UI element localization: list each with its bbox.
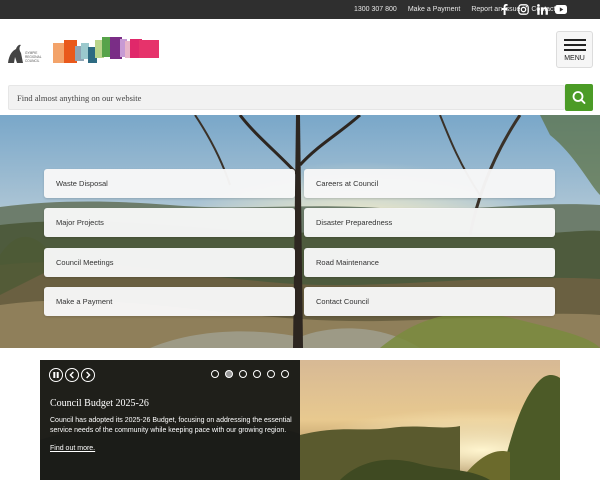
phone-link[interactable]: 1300 307 800 — [354, 6, 397, 13]
quick-link-road-maintenance[interactable]: Road Maintenance — [304, 248, 555, 277]
menu-bar-icon — [564, 39, 586, 41]
quick-link-waste-disposal[interactable]: Waste Disposal — [44, 169, 295, 198]
slide-dot-3[interactable] — [239, 370, 247, 378]
pause-button[interactable] — [49, 368, 63, 382]
slide-title: Council Budget 2025-26 — [50, 398, 149, 409]
find-out-more-link[interactable]: Find out more. — [50, 445, 95, 452]
search-icon — [572, 91, 586, 104]
next-icon — [86, 371, 91, 379]
make-payment-link[interactable]: Make a Payment — [408, 6, 461, 13]
quick-link-disaster-preparedness[interactable]: Disaster Preparedness — [304, 208, 555, 237]
slide-dot-4[interactable] — [253, 370, 261, 378]
quick-link-make-payment[interactable]: Make a Payment — [44, 287, 295, 316]
instagram-icon[interactable] — [516, 0, 530, 19]
svg-text:COUNCIL: COUNCIL — [25, 59, 40, 63]
previous-icon — [69, 371, 74, 379]
youtube-icon[interactable] — [554, 0, 568, 19]
slide-dot-5[interactable] — [267, 370, 275, 378]
quick-link-contact-council[interactable]: Contact Council — [304, 287, 555, 316]
site-search — [8, 85, 565, 110]
hero-banner: Waste Disposal Careers at Council Major … — [0, 115, 600, 348]
carousel-panel: Council Budget 2025-26 Council has adopt… — [40, 360, 300, 480]
menu-bar-icon — [564, 49, 586, 51]
social-links — [497, 0, 573, 19]
quick-link-careers[interactable]: Careers at Council — [304, 169, 555, 198]
slide-dot-6[interactable] — [281, 370, 289, 378]
search-input[interactable] — [9, 86, 564, 109]
next-slide-button[interactable] — [81, 368, 95, 382]
search-button[interactable] — [565, 84, 593, 111]
linkedin-icon[interactable] — [535, 0, 549, 19]
slide-body: Council has adopted its 2025-26 Budget, … — [50, 417, 292, 434]
menu-label: MENU — [564, 55, 585, 62]
facebook-icon[interactable] — [497, 0, 511, 19]
quick-link-major-projects[interactable]: Major Projects — [44, 208, 295, 237]
menu-bar-icon — [564, 44, 586, 46]
pause-icon — [53, 372, 59, 378]
slide-dot-2[interactable] — [225, 370, 233, 378]
council-logo[interactable]: GYMPIE REGIONAL COUNCIL — [6, 37, 161, 69]
site-header: GYMPIE REGIONAL COUNCIL MENU — [0, 19, 600, 84]
previous-slide-button[interactable] — [65, 368, 79, 382]
utility-bar: 1300 307 800 Make a Payment Report an is… — [0, 0, 600, 19]
slide-dot-1[interactable] — [211, 370, 219, 378]
quick-link-council-meetings[interactable]: Council Meetings — [44, 248, 295, 277]
menu-button[interactable]: MENU — [556, 31, 593, 68]
